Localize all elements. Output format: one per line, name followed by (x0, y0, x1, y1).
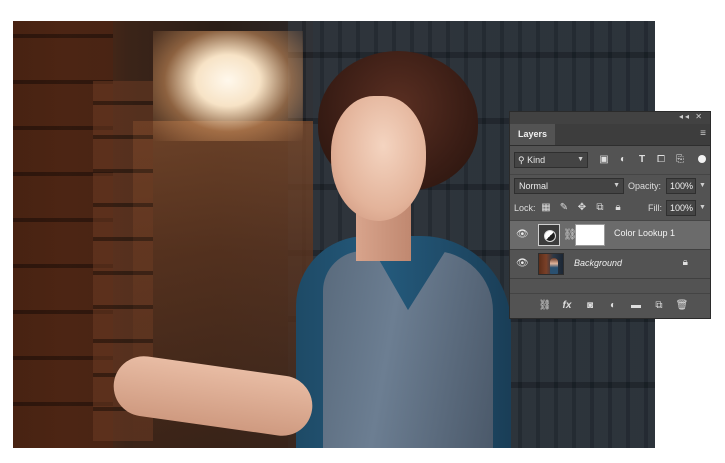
layer-mask-thumbnail[interactable] (575, 224, 605, 246)
image-filter-icon[interactable]: ▣ (598, 153, 610, 166)
adjustment-icon (544, 230, 556, 242)
adjustment-thumbnail[interactable] (538, 224, 560, 246)
smart-object-filter-icon[interactable]: ⎘ (674, 153, 686, 166)
window-light (153, 31, 303, 141)
kind-label: Kind (527, 155, 546, 165)
panel-title-strip[interactable]: ◂◂ ✕ (510, 112, 710, 124)
search-icon: ⚲ (518, 155, 528, 165)
eye-icon[interactable]: 👁︎ (516, 258, 529, 270)
layer-lock-icon: 🔒︎ (682, 257, 688, 268)
eye-icon[interactable]: 👁︎ (516, 229, 529, 241)
fill-label: Fill: (648, 203, 662, 213)
filter-row: ⚲ Kind ▼ ▣ ◐ T ⧠ ⎘ (510, 152, 710, 170)
woman-face (331, 96, 426, 221)
lock-label: Lock: (514, 203, 536, 213)
lock-position-icon[interactable]: ✥ (576, 201, 588, 215)
lock-row: Lock: ▦ ✎ ✥ ⧉ 🔒︎ Fill: 100% ▼ (510, 200, 710, 218)
opacity-field[interactable]: 100% (666, 178, 696, 194)
panel-top-controls[interactable]: ◂◂ ✕ (679, 112, 704, 121)
opacity-chevron-icon[interactable]: ▼ (699, 178, 706, 194)
blend-mode-value: Normal (519, 181, 549, 191)
add-mask-icon[interactable]: ◙ (583, 299, 597, 313)
opacity-label: Opacity: (628, 181, 662, 191)
new-layer-icon[interactable]: ⧉ (652, 299, 666, 313)
fx-icon[interactable]: fx (560, 299, 574, 313)
lock-artboard-icon[interactable]: ⧉ (594, 201, 606, 215)
collapse-icon[interactable]: ◂◂ (679, 112, 691, 121)
thumbnail-figure (550, 258, 558, 274)
layer-name[interactable]: Background (574, 258, 622, 268)
fill-field[interactable]: 100% (666, 200, 696, 216)
filter-toggle[interactable] (698, 155, 706, 163)
blend-mode-select[interactable]: Normal ▼ (514, 178, 624, 194)
kind-filter-select[interactable]: ⚲ Kind ▼ (514, 152, 588, 168)
new-adjustment-icon[interactable]: ◐ (606, 299, 620, 313)
layer-thumbnail[interactable] (538, 253, 564, 275)
layers-panel: ◂◂ ✕ Layers ≡ ⚲ Kind ▼ ▣ ◐ T ⧠ ⎘ Normal … (509, 111, 711, 319)
new-group-icon[interactable]: ▬ (629, 299, 643, 313)
chevron-down-icon: ▼ (577, 156, 584, 163)
tab-layers[interactable]: Layers (510, 124, 556, 145)
lock-all-icon[interactable]: 🔒︎ (612, 201, 624, 215)
adjustment-filter-icon[interactable]: ◐ (617, 153, 629, 166)
layer-name[interactable]: Color Lookup 1 (614, 228, 675, 238)
divider (510, 174, 710, 175)
shape-filter-icon[interactable]: ⧠ (655, 153, 667, 166)
fill-chevron-icon[interactable]: ▼ (699, 200, 706, 216)
delete-layer-icon[interactable]: 🗑︎ (675, 299, 689, 313)
layers-footer: ⛓︎ fx ◙ ◐ ▬ ⧉ 🗑︎ (510, 293, 710, 318)
panel-tab-bar: Layers ≡ (510, 124, 710, 146)
type-filter-icon[interactable]: T (636, 153, 648, 166)
lock-transparent-icon[interactable]: ▦ (540, 201, 552, 215)
layer-row-background[interactable]: 👁︎ Background 🔒︎ (510, 250, 710, 279)
blend-row: Normal ▼ Opacity: 100% ▼ (510, 178, 710, 196)
chevron-down-icon: ▼ (613, 182, 620, 189)
layer-row-color-lookup[interactable]: 👁︎ ⛓︎ Color Lookup 1 (510, 221, 710, 250)
link-layers-icon[interactable]: ⛓︎ (538, 299, 552, 313)
lock-image-icon[interactable]: ✎ (558, 201, 570, 215)
panel-menu-icon[interactable]: ≡ (700, 128, 706, 139)
close-icon[interactable]: ✕ (695, 112, 704, 121)
